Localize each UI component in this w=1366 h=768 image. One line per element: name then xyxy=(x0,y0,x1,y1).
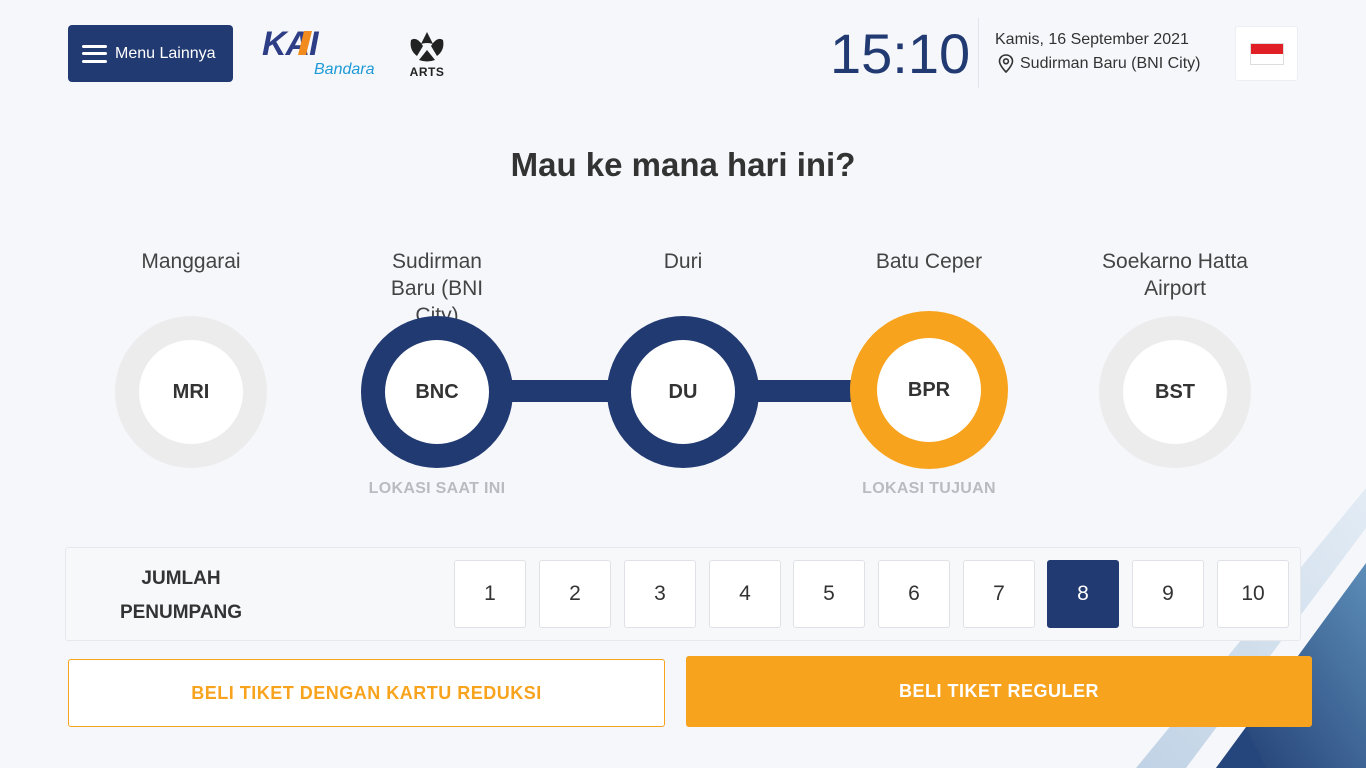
passenger-option-4[interactable]: 4 xyxy=(709,560,781,628)
station-circle[interactable]: DU xyxy=(607,316,759,468)
station-code: BNC xyxy=(385,340,489,444)
station-circle[interactable]: BPR xyxy=(850,311,1008,469)
page-title: Mau ke mana hari ini? xyxy=(510,146,856,183)
passenger-count-panel: JUMLAH PENUMPANG 1 2 3 4 5 6 7 8 9 10 xyxy=(65,547,1301,641)
arts-logo-text: ARTS xyxy=(409,65,445,79)
passenger-option-7[interactable]: 7 xyxy=(963,560,1035,628)
indonesia-flag-icon xyxy=(1249,42,1284,65)
header-divider xyxy=(978,18,979,88)
passenger-option-9[interactable]: 9 xyxy=(1132,560,1204,628)
passenger-option-3[interactable]: 3 xyxy=(624,560,696,628)
station-name: Duri xyxy=(663,250,703,273)
language-button[interactable] xyxy=(1235,26,1298,81)
station-code: DU xyxy=(631,340,735,444)
kai-bandara-logo: KAI Bandara xyxy=(262,27,387,79)
destination-caption: LOKASI TUJUAN xyxy=(862,480,996,497)
passenger-option-10[interactable]: 10 xyxy=(1217,560,1289,628)
passenger-option-1[interactable]: 1 xyxy=(454,560,526,628)
arts-emblem-icon xyxy=(410,32,444,62)
date-text: Kamis, 16 September 2021 xyxy=(995,31,1189,48)
current-location: Sudirman Baru (BNI City) xyxy=(998,54,1201,73)
station-name: Batu Ceper xyxy=(875,250,983,273)
station-name: Soekarno Hatta Airport xyxy=(1102,250,1248,300)
passenger-option-2[interactable]: 2 xyxy=(539,560,611,628)
station-code: BPR xyxy=(877,338,981,442)
clock: 15:10 xyxy=(830,22,971,85)
passenger-count-label: JUMLAH PENUMPANG xyxy=(119,568,243,623)
menu-label: Menu Lainnya xyxy=(115,44,216,62)
arts-logo: ARTS xyxy=(404,30,450,80)
passenger-option-6[interactable]: 6 xyxy=(878,560,950,628)
station-circle[interactable]: BNC xyxy=(361,316,513,468)
station-code: MRI xyxy=(139,340,243,444)
passenger-option-8[interactable]: 8 xyxy=(1047,560,1119,628)
hamburger-icon xyxy=(82,44,107,63)
location-label: Sudirman Baru (BNI City) xyxy=(1020,54,1201,72)
buy-regular-ticket-button[interactable]: BELI TIKET REGULER xyxy=(686,656,1312,727)
passenger-option-5[interactable]: 5 xyxy=(793,560,865,628)
station-circle[interactable]: MRI xyxy=(115,316,267,468)
kai-stripe-icon xyxy=(298,31,312,55)
location-pin-icon xyxy=(998,54,1014,73)
kai-logo-subtitle: Bandara xyxy=(314,61,375,78)
current-location-caption: LOKASI SAAT INI xyxy=(368,480,506,497)
station-circle[interactable]: BST xyxy=(1099,316,1251,468)
station-code: BST xyxy=(1123,340,1227,444)
station-name: Manggarai xyxy=(141,250,241,273)
menu-button[interactable]: Menu Lainnya xyxy=(68,25,233,82)
buy-reduction-card-ticket-button[interactable]: BELI TIKET DENGAN KARTU REDUKSI xyxy=(68,659,665,727)
